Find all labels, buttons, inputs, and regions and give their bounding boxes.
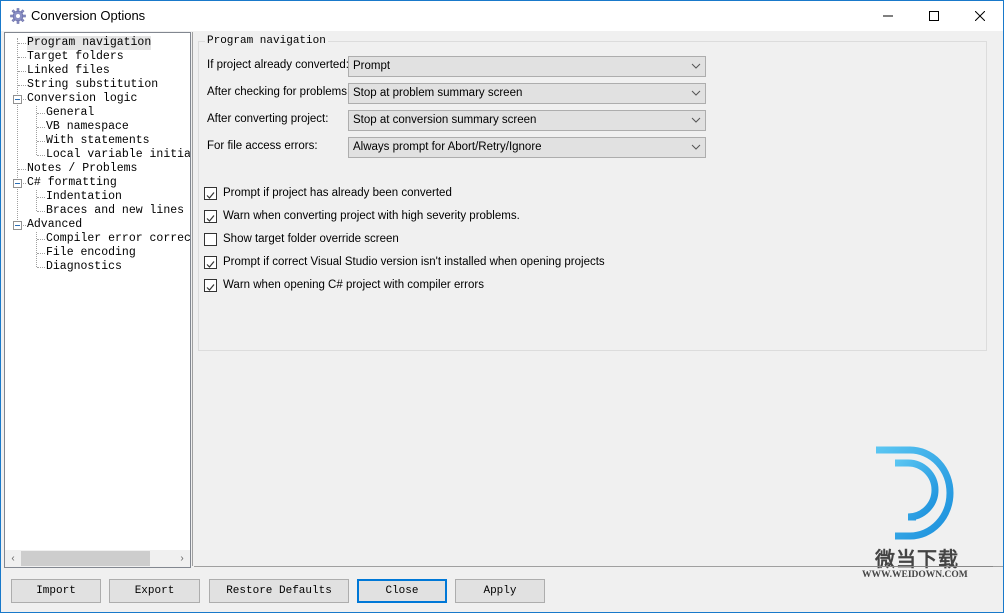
collapse-icon[interactable] <box>13 221 22 230</box>
checkmark-icon <box>206 215 215 222</box>
scroll-left-icon[interactable]: ‹ <box>5 551 21 566</box>
field-label: If project already converted: <box>207 59 349 71</box>
tree-item[interactable]: Conversion logic <box>27 92 137 106</box>
close-button[interactable]: Close <box>357 579 447 603</box>
tree-connector <box>18 169 26 170</box>
dropdown-value: Stop at problem summary screen <box>353 87 523 99</box>
chevron-down-icon <box>691 144 701 150</box>
tree-connector <box>17 38 18 220</box>
chevron-down-icon <box>691 63 701 69</box>
gear-icon <box>10 8 26 24</box>
group-title: Program navigation <box>205 35 328 47</box>
checkbox[interactable] <box>204 210 217 223</box>
checkmark-icon <box>206 284 215 291</box>
checkbox[interactable] <box>204 279 217 292</box>
checkbox[interactable] <box>204 233 217 246</box>
dropdown-value: Prompt <box>353 60 391 72</box>
tree-connector <box>36 232 37 267</box>
title-bar: Conversion Options <box>1 1 1003 31</box>
tree-connector <box>37 253 45 254</box>
tree-connector <box>18 57 26 58</box>
tree-item[interactable]: String substitution <box>27 78 158 92</box>
chevron-down-icon <box>691 90 701 96</box>
checkbox[interactable] <box>204 187 217 200</box>
minimize-icon <box>883 15 893 17</box>
checkmark-icon <box>206 261 215 268</box>
tree-item[interactable]: Program navigation <box>27 36 152 50</box>
tree-connector <box>37 211 45 212</box>
collapse-icon[interactable] <box>13 179 22 188</box>
scroll-right-icon[interactable]: › <box>174 551 190 566</box>
watermark-url: WWW.WEIDOWN.COM <box>862 570 968 580</box>
dropdown-value: Always prompt for Abort/Retry/Ignore <box>353 141 542 153</box>
tree-item[interactable]: With statements <box>46 134 150 148</box>
options-tree[interactable]: ‹ › Program navigation Target folders Link… <box>4 32 191 568</box>
tree-item[interactable]: Linked files <box>27 64 110 78</box>
field-label: After checking for problems: <box>207 86 351 98</box>
tree-item[interactable]: Indentation <box>46 190 122 204</box>
scrollbar-thumb[interactable] <box>21 551 150 566</box>
tree-connector <box>37 197 45 198</box>
tree-item[interactable]: File encoding <box>46 246 136 260</box>
maximize-button[interactable] <box>911 1 957 31</box>
tree-connector <box>37 141 45 142</box>
window-title: Conversion Options <box>31 8 146 23</box>
export-button[interactable]: Export <box>109 579 200 603</box>
tree-item[interactable]: General <box>46 106 94 120</box>
minimize-button[interactable] <box>865 1 911 31</box>
close-icon <box>975 11 985 21</box>
tree-horizontal-scrollbar[interactable]: ‹ › <box>5 550 190 567</box>
close-window-button[interactable] <box>957 1 1003 31</box>
checkbox-label: Prompt if project has already been conve… <box>223 187 452 199</box>
checkbox-label: Prompt if correct Visual Studio version … <box>223 256 605 268</box>
restore-defaults-button[interactable]: Restore Defaults <box>209 579 349 603</box>
tree-connector <box>18 85 26 86</box>
tree-connector <box>37 155 45 156</box>
import-button[interactable]: Import <box>11 579 101 603</box>
tree-item[interactable]: C# formatting <box>27 176 117 190</box>
chevron-down-icon <box>691 117 701 123</box>
option-dropdown[interactable]: Stop at problem summary screen <box>348 83 706 104</box>
tree-item[interactable]: Compiler error correctic <box>46 232 190 246</box>
checkbox-label: Warn when converting project with high s… <box>223 210 520 222</box>
tree-connector <box>37 267 45 268</box>
tree-item[interactable]: Braces and new lines <box>46 204 184 218</box>
tree-connector <box>37 127 45 128</box>
tree-connector <box>18 71 26 72</box>
weidown-logo-icon <box>872 446 954 540</box>
dropdown-value: Stop at conversion summary screen <box>353 114 537 126</box>
tree-item[interactable]: Target folders <box>27 50 124 64</box>
option-dropdown[interactable]: Stop at conversion summary screen <box>348 110 706 131</box>
tree-item[interactable]: Advanced <box>27 218 82 232</box>
collapse-icon[interactable] <box>13 95 22 104</box>
watermark-divider <box>840 566 993 567</box>
tree-connector <box>18 43 26 44</box>
field-label: For file access errors: <box>207 140 318 152</box>
tree-connector <box>37 113 45 114</box>
tree-connector <box>36 190 37 211</box>
tree-item[interactable]: Local variable initializ <box>46 148 190 162</box>
panel-divider <box>192 32 193 566</box>
field-label: After converting project: <box>207 113 329 125</box>
checkbox-label: Warn when opening C# project with compil… <box>223 279 484 291</box>
apply-button[interactable]: Apply <box>455 579 545 603</box>
tree-item[interactable]: Notes / Problems <box>27 162 137 176</box>
checkbox[interactable] <box>204 256 217 269</box>
checkbox-label: Show target folder override screen <box>223 233 399 245</box>
tree-item[interactable]: Diagnostics <box>46 260 122 274</box>
option-dropdown[interactable]: Prompt <box>348 56 706 77</box>
option-dropdown[interactable]: Always prompt for Abort/Retry/Ignore <box>348 137 706 158</box>
tree-connector <box>37 239 45 240</box>
watermark-brand: 微当下载 <box>875 549 959 571</box>
tree-item[interactable]: VB namespace <box>46 120 129 134</box>
maximize-icon <box>929 11 939 21</box>
checkmark-icon <box>206 192 215 199</box>
